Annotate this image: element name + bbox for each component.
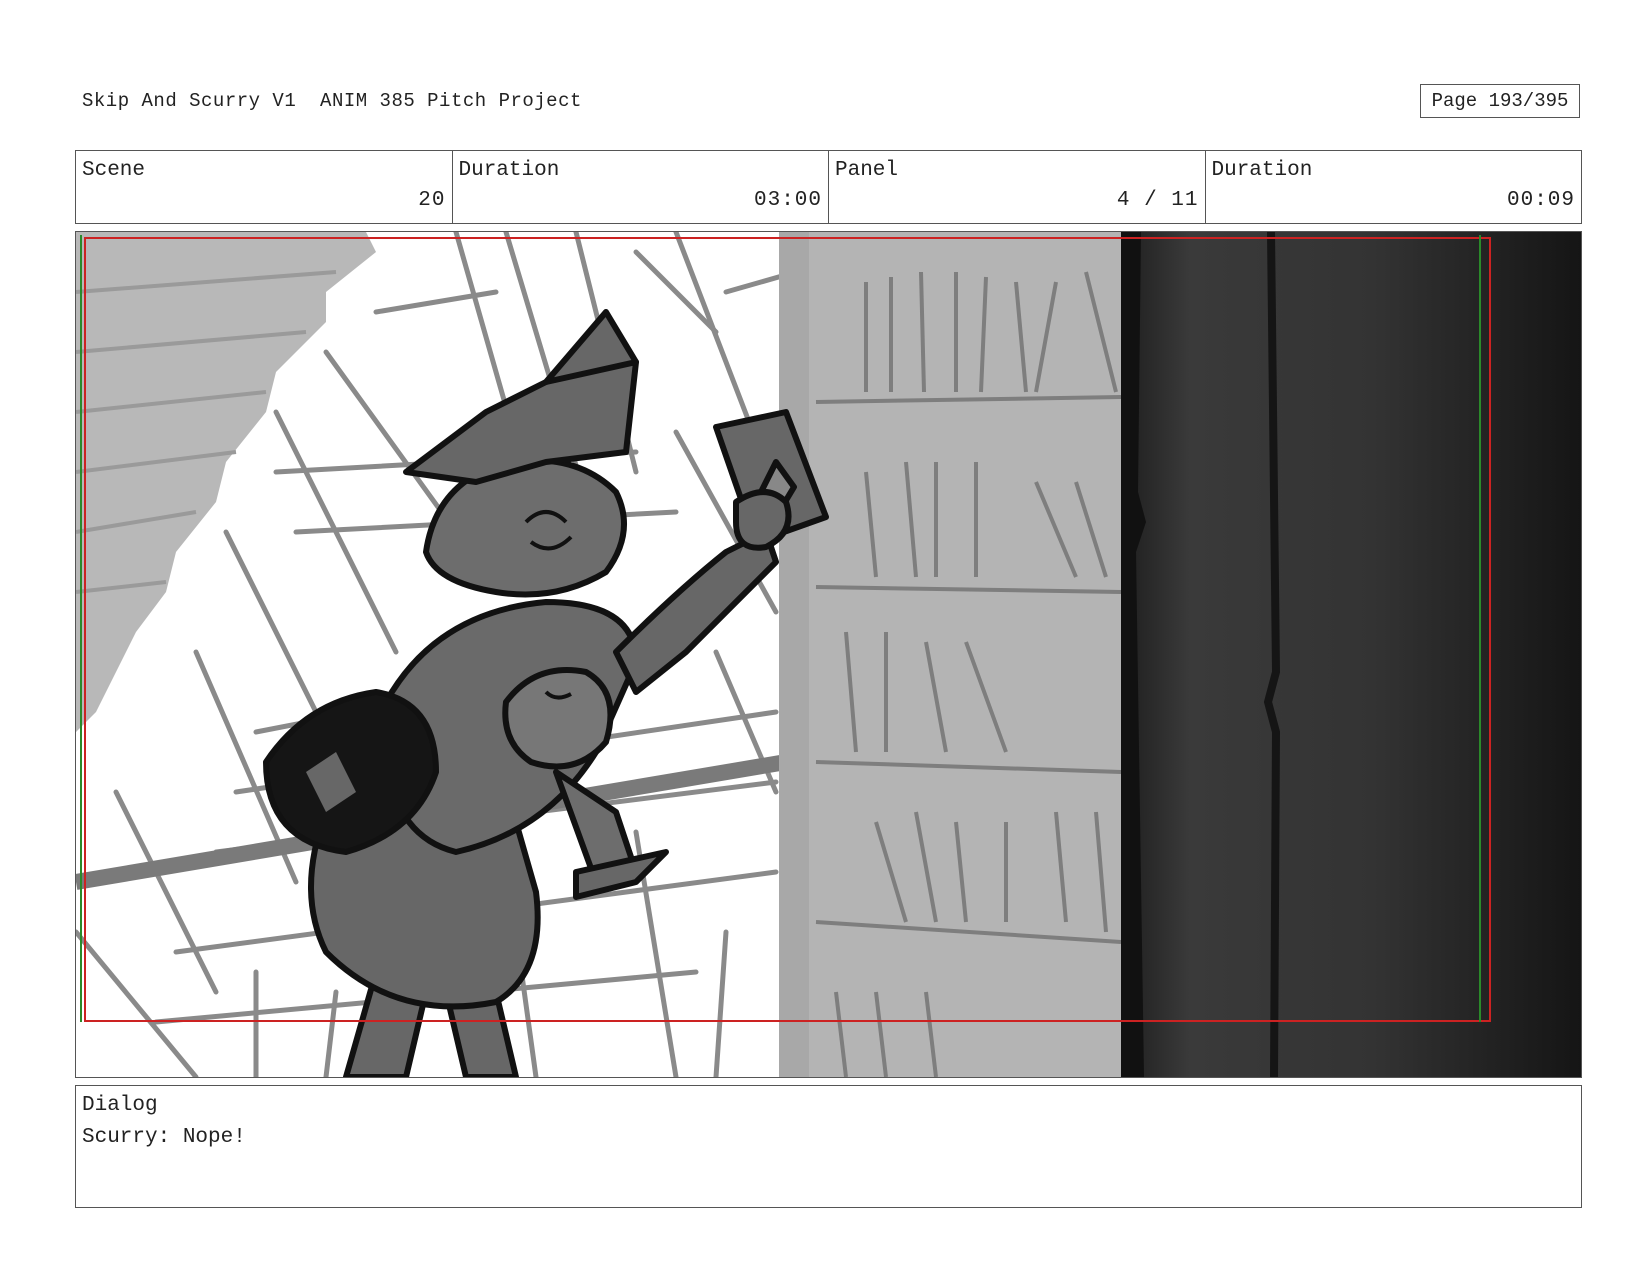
panel-duration-value: 00:09 <box>1506 189 1575 212</box>
scene-cell: Scene 20 <box>76 151 453 223</box>
scene-label: Scene <box>82 159 146 182</box>
project-title: Skip And Scurry V1 ANIM 385 Pitch Projec… <box>82 90 582 112</box>
panel-duration-label: Duration <box>1211 159 1313 182</box>
panel-value: 4 / 11 <box>1116 189 1199 212</box>
panel-cell: Panel 4 / 11 <box>829 151 1206 223</box>
page-number-box: Page 193/395 <box>1420 84 1580 118</box>
panel-label: Panel <box>835 159 899 182</box>
panel-duration-cell: Duration 00:09 <box>1206 151 1582 223</box>
storyboard-panel-image <box>75 231 1582 1078</box>
scene-value: 20 <box>418 189 446 212</box>
scene-duration-cell: Duration 03:00 <box>453 151 829 223</box>
dialog-text: Scurry: Nope! <box>82 1126 246 1149</box>
scene-duration-value: 03:00 <box>753 189 822 212</box>
dialog-label: Dialog <box>82 1094 158 1117</box>
panel-info-row: Scene 20 Duration 03:00 Panel 4 / 11 Dur… <box>75 150 1582 224</box>
storyboard-sketch-icon <box>76 232 1581 1077</box>
scene-duration-label: Duration <box>458 159 560 182</box>
dialog-box: Dialog Scurry: Nope! <box>75 1085 1582 1208</box>
